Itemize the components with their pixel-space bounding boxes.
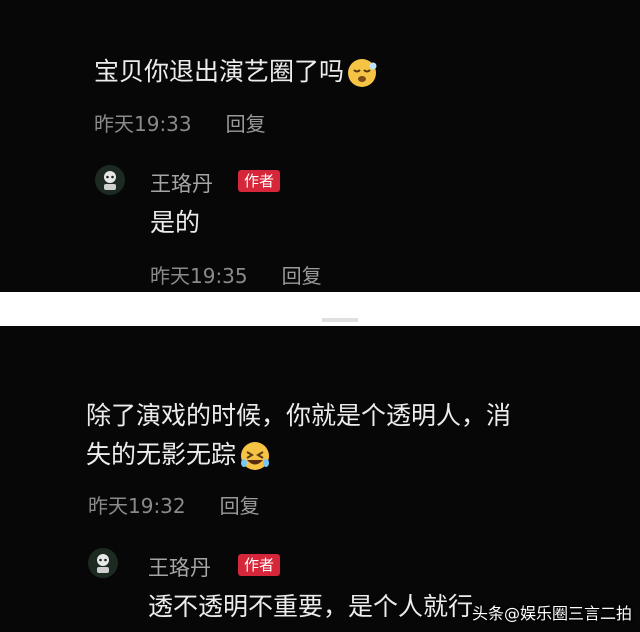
reply-button[interactable]: 回复 [226,112,266,136]
comment-line-2: 失的无影无踪 [86,438,272,473]
comment-meta: 昨天19:33 回复 [94,108,266,137]
author-badge: 作者 [238,170,281,192]
reply-text: 透不透明不重要，是个人就行 [148,592,474,621]
reply-meta: 昨天19:35 回复 [150,260,322,289]
reply-time: 昨天19:35 [150,264,248,288]
reply-author-name[interactable]: 王珞丹 [150,168,213,198]
comment-text-content: 宝贝你退出演艺圈了吗 [94,57,345,86]
reply-author-name[interactable]: 王珞丹 [148,552,211,582]
sleepy-face-emoji-icon [348,59,377,87]
author-avatar[interactable] [95,165,125,195]
author-avatar[interactable] [88,548,118,578]
reply-button[interactable]: 回复 [282,264,322,288]
reply-text: 是的 [150,208,201,237]
avatar-icon [104,171,116,190]
comment-line-1: 除了演戏的时候，你就是个透明人，消 [86,401,512,430]
top-comment-panel: 宝贝你退出演艺圈了吗 昨天19:33 回复 王珞丹 作者 是的 昨天19:35 回复 [0,0,640,292]
reply-button[interactable]: 回复 [220,494,260,518]
author-badge: 作者 [238,554,281,576]
comment-line-2-text: 失的无影无踪 [86,440,237,469]
separator-mark [322,318,358,322]
comment-time: 昨天19:33 [94,112,192,136]
comment-text: 宝贝你退出演艺圈了吗 [94,55,378,89]
avatar-icon [97,554,109,573]
rolling-laughing-emoji-icon [241,442,270,470]
comment-meta: 昨天19:32 回复 [88,490,260,519]
comment-time: 昨天19:32 [88,494,186,518]
watermark: 头条@娱乐圈三言二拍 [471,604,632,623]
bottom-comment-panel: 除了演戏的时候，你就是个透明人，消 失的无影无踪 昨天19:32 回复 王珞丹 作… [0,326,640,632]
